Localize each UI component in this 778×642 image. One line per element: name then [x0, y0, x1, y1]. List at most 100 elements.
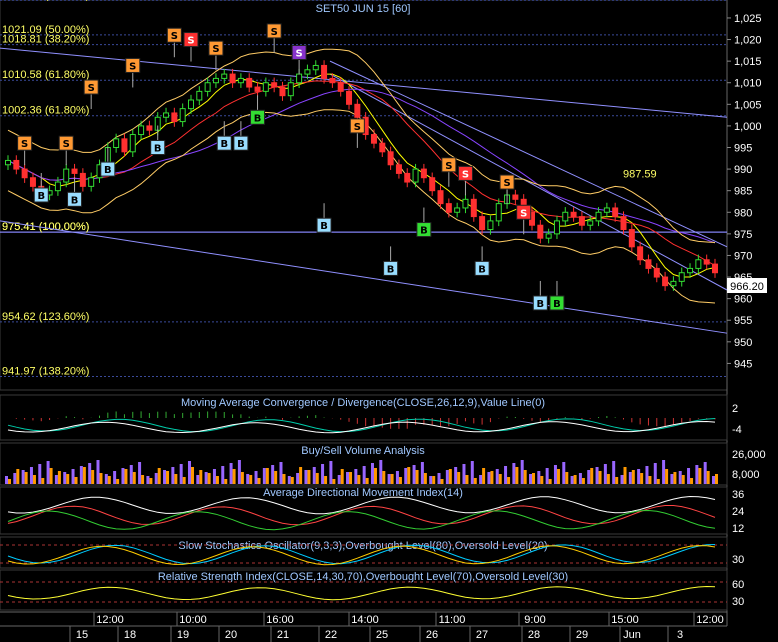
volume-buy-bar — [237, 460, 241, 484]
candle-body — [13, 159, 20, 170]
chart-title: SET50 JUN 15 [60] — [316, 3, 411, 15]
volume-sell-bar — [507, 477, 511, 484]
volume-sell-bar — [124, 469, 128, 484]
volume-sell-bar — [49, 468, 53, 484]
volume-buy-bar — [362, 466, 366, 484]
candle-body — [379, 142, 386, 153]
volume-sell-bar — [265, 468, 269, 484]
volume-buy-bar — [129, 465, 133, 484]
volume-sell-bar — [299, 467, 303, 484]
candle-body — [395, 164, 402, 174]
volume-sell-bar — [648, 476, 652, 484]
volume-sell-bar — [465, 475, 469, 484]
volume-buy-bar — [296, 473, 300, 484]
volume-sell-bar — [57, 471, 61, 484]
volume-sell-bar — [107, 476, 111, 484]
candle-body — [337, 82, 344, 92]
candle-body — [304, 69, 311, 75]
volume-buy-bar — [246, 474, 250, 484]
day-label: 27 — [476, 629, 488, 641]
fib-label: 954.62 (123.60%) — [2, 311, 89, 323]
candle-body — [346, 90, 353, 105]
day-label: 26 — [426, 629, 438, 641]
volume-sell-bar — [681, 475, 685, 484]
volume-buy-bar — [79, 466, 83, 484]
volume-sell-bar — [457, 472, 461, 484]
volume-sell-bar — [573, 475, 577, 484]
candle-body — [138, 125, 145, 136]
volume-sell-bar — [290, 477, 294, 484]
volume-buy-bar — [445, 470, 449, 484]
volume-sell-bar — [640, 473, 644, 484]
volume-buy-bar — [553, 465, 557, 484]
volume-sell-bar — [423, 473, 427, 484]
volume-buy-bar — [479, 475, 483, 484]
day-label: 3 — [677, 629, 683, 641]
volume-buy-bar — [487, 472, 491, 484]
volume-buy-bar — [653, 463, 657, 484]
last-price-label: 966.20 — [730, 281, 764, 293]
candle-body — [454, 207, 461, 213]
signal-letter: S — [88, 83, 95, 94]
candle-body — [420, 168, 427, 179]
volume-buy-bar — [46, 461, 50, 484]
volume-buy-bar — [420, 462, 424, 484]
volume-sell-bar — [532, 473, 536, 484]
volume-buy-bar — [96, 460, 100, 484]
rsi-title: Relative Strength Index(CLOSE,14,30,70),… — [158, 571, 568, 583]
candle-body — [703, 259, 710, 265]
volume-buy-bar — [304, 470, 308, 484]
volume-sell-bar — [149, 478, 153, 484]
macd-title: Moving Average Convergence / Divergence(… — [181, 397, 545, 409]
time-label: 15:00 — [611, 614, 639, 626]
volume-buy-bar — [587, 470, 591, 484]
volume-sell-bar — [448, 469, 452, 484]
candle-body — [612, 207, 619, 218]
volume-buy-bar — [603, 464, 607, 484]
adx-tick-1: 36 — [732, 489, 744, 501]
last-price-tag: 966.20 — [727, 278, 767, 293]
volume-sell-bar — [415, 470, 419, 484]
volume-sell-bar — [715, 474, 718, 484]
candle-body — [637, 246, 644, 261]
candle-body — [620, 216, 627, 231]
volume-sell-bar — [132, 472, 136, 484]
price-tick-label: 960 — [734, 294, 752, 306]
volume-sell-bar — [357, 475, 361, 484]
fib-label: 1010.58 (61.80%) — [2, 69, 89, 81]
signal-letter: S — [296, 49, 303, 60]
volume-buy-bar — [412, 465, 416, 484]
volume-buy-bar — [695, 465, 699, 484]
candle-body — [63, 168, 70, 183]
volume-sell-bar — [74, 477, 78, 484]
price-tick-label: 1,020 — [734, 35, 762, 47]
candle-body — [212, 77, 219, 84]
volume-buy-bar — [495, 469, 499, 484]
volume-buy-bar — [628, 472, 632, 484]
candle-body — [437, 190, 444, 205]
volume-tick-2: 8,000 — [732, 469, 760, 481]
price-tick-label: 1,000 — [734, 121, 762, 133]
signal-letter: B — [320, 221, 328, 232]
volume-sell-bar — [232, 469, 236, 484]
fib-label: 1002.36 (61.80%) — [2, 105, 89, 117]
candle-body — [445, 203, 452, 213]
time-label: 12:00 — [696, 614, 724, 626]
volume-sell-bar — [398, 477, 402, 484]
price-tick-label: 995 — [734, 143, 752, 155]
volume-sell-bar — [540, 476, 544, 484]
candle-body — [487, 220, 494, 231]
volume-buy-bar — [171, 467, 175, 484]
candle-body — [578, 216, 585, 226]
volume-buy-bar — [5, 476, 8, 484]
volume-buy-bar — [121, 468, 125, 484]
volume-sell-bar — [656, 479, 660, 484]
candle-body — [71, 168, 78, 174]
chart-canvas[interactable]: 1031.06 (38.20%)1029.09 (23.60%)1021.09 … — [0, 0, 778, 642]
volume-sell-bar — [606, 474, 610, 484]
volume-buy-bar — [470, 461, 474, 484]
candle-body — [512, 194, 519, 200]
volume-sell-bar — [581, 478, 585, 484]
price-tick-label: 990 — [734, 164, 752, 176]
candle-body — [354, 103, 361, 118]
